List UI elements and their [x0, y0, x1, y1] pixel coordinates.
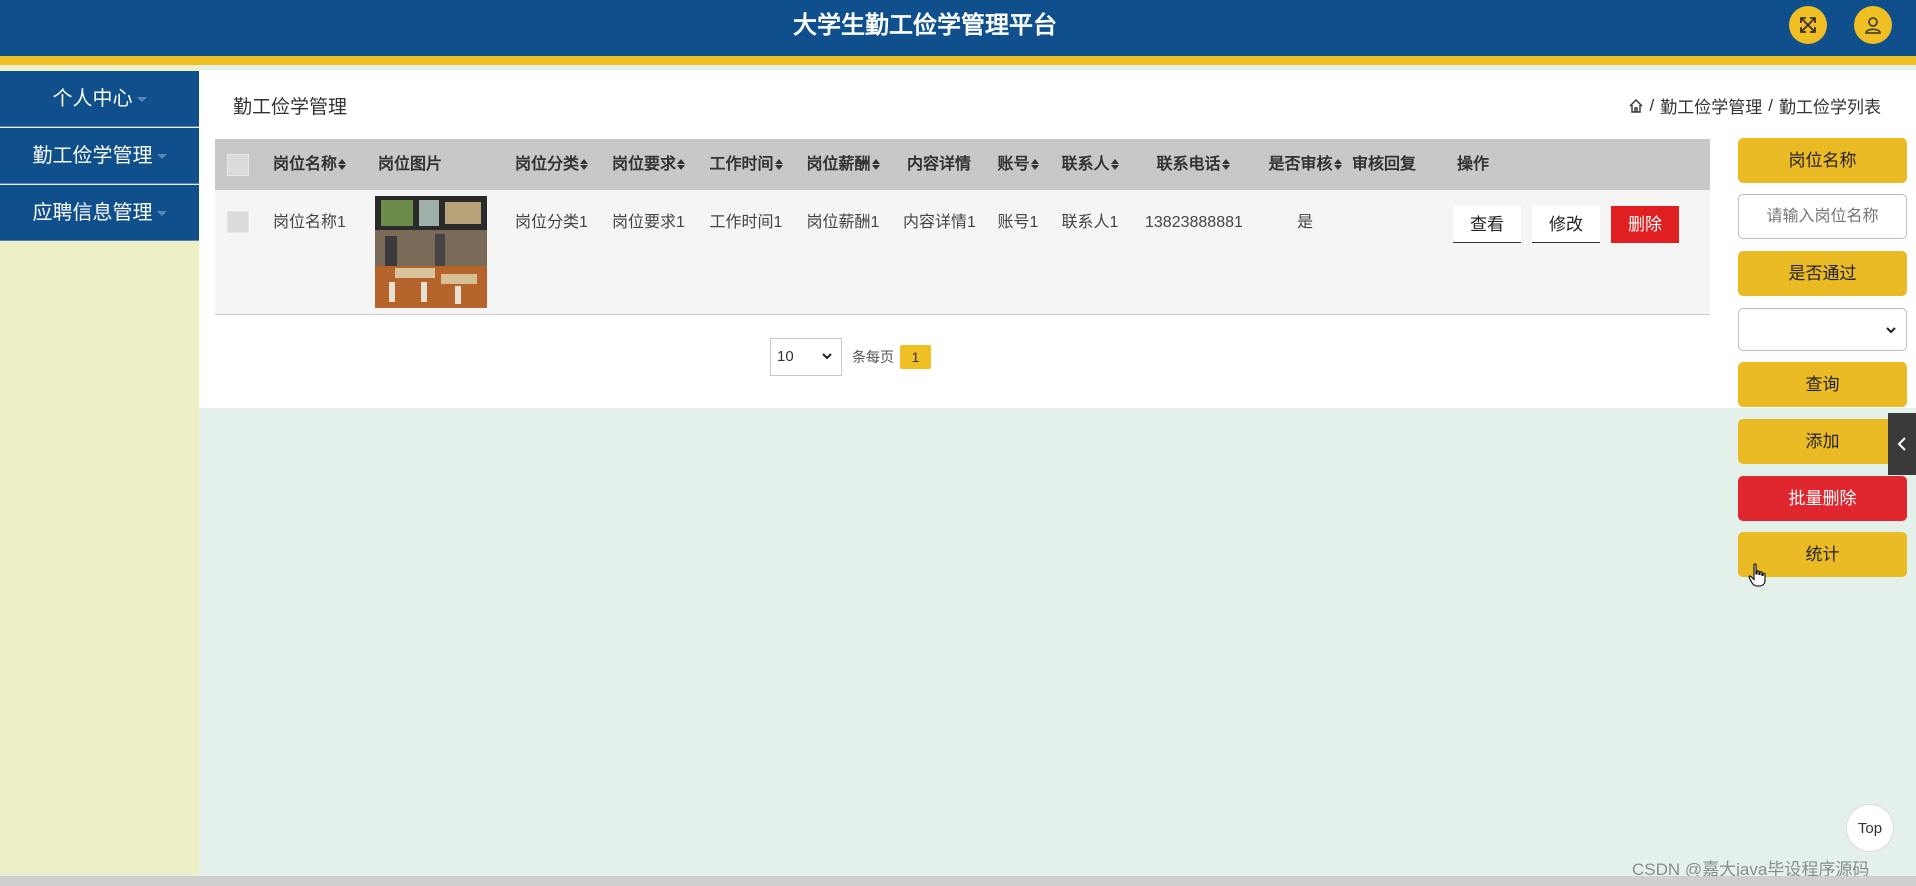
cell-category: 岗位分类1: [515, 214, 588, 231]
sort-icon: [1030, 159, 1039, 171]
breadcrumb: / 勤工俭学管理 / 勤工俭学列表: [1628, 93, 1881, 118]
sidebar: 个人中心 勤工俭学管理 应聘信息管理: [0, 65, 199, 875]
table-row: 岗位名称1 岗位分类1 岗位要求1 工作时间1 岗位薪酬1 内容详情1 账号1 …: [215, 190, 1710, 315]
query-button[interactable]: 查询: [1738, 362, 1907, 407]
sort-icon: [774, 159, 783, 171]
per-page-label: 条每页: [852, 349, 894, 365]
chevron-left-icon: [1897, 437, 1906, 451]
cell-detail: 内容详情1: [903, 214, 976, 231]
back-to-top-button[interactable]: Top: [1846, 804, 1894, 852]
sort-icon: [1110, 159, 1119, 171]
pagination: 10 条每页 1: [770, 338, 931, 376]
column-header-approved[interactable]: 是否审核: [1268, 139, 1342, 190]
page-number-current[interactable]: 1: [900, 345, 931, 369]
expand-icon: [1800, 17, 1816, 33]
sort-icon: [677, 159, 686, 171]
job-name-label: 岗位名称: [1738, 138, 1907, 183]
batch-delete-button[interactable]: 批量删除: [1738, 476, 1907, 521]
cell-salary: 岗位薪酬1: [806, 214, 880, 231]
top-header: 大学生勤工俭学管理平台: [0, 0, 1916, 56]
sidebar-item-personal-center[interactable]: 个人中心: [0, 71, 199, 127]
column-header-actions: 操作: [1456, 156, 1489, 173]
pass-status-label: 是否通过: [1738, 251, 1907, 296]
sort-icon: [871, 159, 880, 171]
column-header-detail: 内容详情: [906, 156, 971, 173]
cell-work-time: 工作时间1: [709, 214, 783, 231]
sort-icon: [1221, 159, 1230, 171]
edit-button[interactable]: 修改: [1532, 206, 1600, 243]
collapse-panel-tab[interactable]: [1888, 413, 1916, 475]
column-header-salary[interactable]: 岗位薪酬: [806, 139, 880, 190]
sidebar-item-label: 勤工俭学管理: [32, 145, 153, 167]
user-menu-button[interactable]: [1854, 6, 1892, 44]
cell-account: 账号1: [997, 214, 1039, 231]
table-header: 岗位名称 岗位图片 岗位分类 岗位要求 工作时间 岗位薪酬 内容详情 账号 联系…: [215, 139, 1710, 190]
column-header-name[interactable]: 岗位名称: [273, 139, 347, 190]
breadcrumb-separator: /: [1649, 95, 1655, 115]
hand-cursor-icon: [1748, 563, 1766, 587]
column-header-account[interactable]: 账号: [997, 139, 1039, 190]
breadcrumb-item-current: 勤工俭学列表: [1779, 98, 1881, 117]
sort-icon: [580, 159, 589, 171]
column-header-phone[interactable]: 联系电话: [1155, 139, 1231, 190]
column-header-reply: 审核回复: [1352, 156, 1417, 173]
fullscreen-button[interactable]: [1789, 6, 1827, 44]
cell-name: 岗位名称1: [273, 214, 346, 231]
view-button[interactable]: 查看: [1453, 206, 1521, 243]
sidebar-item-label: 应聘信息管理: [32, 202, 153, 224]
page-size-value: 10: [777, 348, 794, 365]
column-header-image: 岗位图片: [377, 156, 442, 173]
sidebar-item-applications[interactable]: 应聘信息管理: [0, 185, 199, 241]
home-icon[interactable]: [1628, 98, 1644, 114]
breadcrumb-separator: /: [1768, 95, 1773, 115]
user-icon: [1865, 17, 1881, 34]
sort-icon: [1333, 159, 1342, 171]
sort-icon: [338, 159, 347, 171]
page-title: 勤工俭学管理: [233, 97, 348, 118]
pass-status-select[interactable]: [1738, 308, 1907, 351]
caret-down-icon: [156, 154, 167, 160]
cell-reply: [1352, 190, 1416, 255]
caret-down-icon: [136, 97, 147, 103]
page-size-select[interactable]: 10: [770, 338, 842, 376]
cell-approved: 是: [1296, 214, 1313, 231]
cell-contact: 联系人1: [1061, 214, 1119, 231]
caret-down-icon: [156, 211, 167, 217]
job-name-search-input[interactable]: [1738, 194, 1907, 239]
app-title: 大学生勤工俭学管理平台: [793, 12, 1057, 39]
column-header-requirement[interactable]: 岗位要求: [612, 139, 686, 190]
sidebar-item-label: 个人中心: [52, 88, 133, 110]
breadcrumb-item[interactable]: 勤工俭学管理: [1660, 93, 1762, 118]
column-header-contact[interactable]: 联系人: [1061, 139, 1119, 190]
select-all-checkbox[interactable]: [227, 154, 249, 176]
sidebar-item-work-study[interactable]: 勤工俭学管理: [0, 128, 199, 184]
column-header-category[interactable]: 岗位分类: [515, 139, 589, 190]
cell-phone: 13823888881: [1145, 214, 1243, 231]
add-button[interactable]: 添加: [1738, 419, 1907, 464]
chevron-down-icon: [1886, 327, 1896, 334]
cell-requirement: 岗位要求1: [612, 214, 685, 231]
horizontal-scrollbar[interactable]: [0, 876, 1916, 886]
column-header-work-time[interactable]: 工作时间: [709, 139, 783, 190]
job-image-thumbnail[interactable]: [375, 196, 487, 308]
chevron-down-icon: [822, 353, 832, 360]
row-checkbox[interactable]: [227, 211, 249, 233]
delete-button[interactable]: 删除: [1611, 206, 1679, 243]
header-accent-stripe: [0, 56, 1916, 65]
